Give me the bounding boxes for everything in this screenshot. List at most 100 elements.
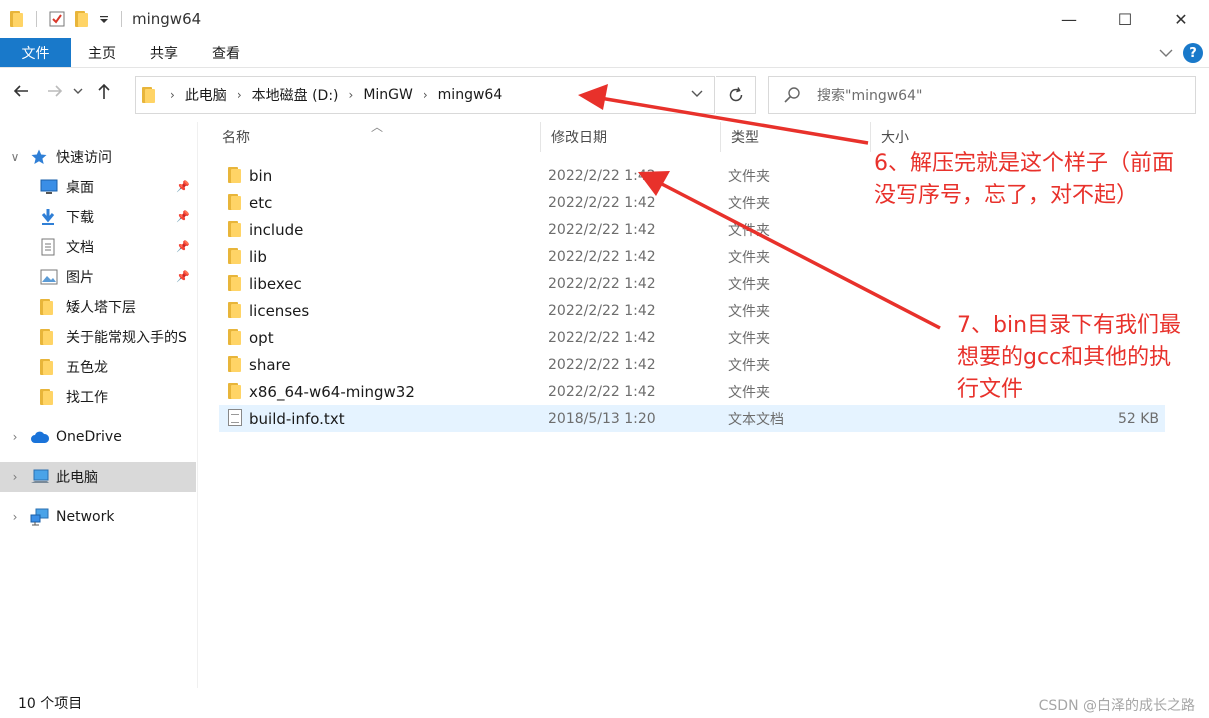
cloud-icon [30, 430, 52, 444]
sidebar-item-label: 五色龙 [66, 360, 108, 376]
file-name: licenses [249, 301, 310, 320]
sidebar-item-documents[interactable]: 文档 📌 [0, 232, 196, 262]
navigation-buttons [12, 82, 112, 100]
file-date: 2022/2/22 1:42 [548, 194, 656, 211]
close-button[interactable]: ✕ [1153, 0, 1209, 38]
toolbar-separator [36, 11, 37, 27]
search-icon [784, 87, 800, 103]
folder-icon [10, 11, 24, 27]
recent-locations-icon[interactable] [72, 86, 84, 96]
minimize-button[interactable]: — [1041, 0, 1097, 38]
sidebar-item-label: 关于能常规入手的S [66, 330, 187, 346]
sidebar-item-desktop[interactable]: 桌面 📌 [0, 172, 196, 202]
file-date: 2022/2/22 1:42 [548, 167, 656, 184]
sidebar-item-this-pc[interactable]: › 此电脑 [0, 462, 196, 492]
properties-icon[interactable] [49, 11, 65, 27]
sidebar-item-label: 图片 [66, 270, 94, 286]
folder-icon [40, 359, 54, 375]
expand-icon[interactable]: › [0, 510, 30, 524]
customize-toolbar-icon[interactable] [99, 14, 109, 24]
file-name: share [249, 355, 291, 374]
address-bar[interactable]: › 此电脑 › 本地磁盘 (D:) › MinGW › mingw64 [135, 76, 715, 114]
refresh-icon [729, 87, 742, 102]
window-title: mingw64 [132, 10, 202, 28]
sidebar-item-onedrive[interactable]: › OneDrive [0, 422, 196, 452]
tab-file[interactable]: 文件 [0, 38, 71, 67]
up-icon[interactable] [96, 82, 112, 100]
file-type: 文件夹 [728, 384, 770, 401]
search-input[interactable]: 搜索"mingw64" [768, 76, 1196, 114]
file-type: 文件夹 [728, 168, 770, 185]
file-name: x86_64-w64-mingw32 [249, 382, 415, 401]
file-row-include[interactable]: include 2022/2/22 1:42 文件夹 [219, 216, 1165, 243]
file-date: 2022/2/22 1:42 [548, 356, 656, 373]
file-date: 2022/2/22 1:42 [548, 275, 656, 292]
tab-home[interactable]: 主页 [71, 38, 133, 67]
file-name: libexec [249, 274, 302, 293]
folder-icon [40, 389, 54, 405]
breadcrumb-this-pc[interactable]: 此电脑 [185, 85, 227, 105]
sidebar-item-folder-1[interactable]: 矮人塔下层 [0, 292, 196, 322]
window-controls: — ☐ ✕ [1041, 0, 1209, 38]
sidebar-item-folder-3[interactable]: 五色龙 [0, 352, 196, 382]
file-type: 文件夹 [728, 330, 770, 347]
sidebar-item-label: 此电脑 [56, 470, 98, 486]
download-icon [40, 208, 62, 226]
breadcrumb-mingw64[interactable]: mingw64 [438, 87, 503, 103]
address-dropdown-icon[interactable] [690, 86, 704, 100]
annotation-7: 7、bin目录下有我们最 想要的gcc和其他的执 行文件 [957, 310, 1181, 406]
desktop-icon [40, 179, 62, 195]
item-count: 10 个项目 [18, 696, 83, 712]
new-folder-icon[interactable] [75, 11, 89, 27]
forward-icon[interactable] [46, 82, 64, 100]
file-type: 文件夹 [728, 222, 770, 239]
file-name: opt [249, 328, 274, 347]
column-header-type[interactable]: 类型 [721, 122, 871, 152]
chevron-right-icon: › [348, 88, 354, 102]
search-placeholder: 搜索"mingw64" [817, 88, 923, 104]
breadcrumb-drive-d[interactable]: 本地磁盘 (D:) [252, 85, 339, 105]
computer-icon [30, 469, 52, 485]
navigation-pane: ∨ 快速访问 桌面 📌 下载 📌 文档 📌 图片 📌 矮人塔下层 关于能常规入手… [0, 122, 198, 688]
expand-ribbon-icon[interactable] [1159, 48, 1173, 58]
file-type: 文件夹 [728, 249, 770, 266]
collapse-icon[interactable]: ∨ [0, 150, 30, 164]
folder-icon [228, 383, 242, 399]
file-type: 文件夹 [728, 195, 770, 212]
sidebar-item-pictures[interactable]: 图片 📌 [0, 262, 196, 292]
folder-icon [40, 329, 54, 345]
folder-icon [228, 302, 242, 318]
text-file-icon [228, 409, 242, 426]
refresh-button[interactable] [716, 76, 756, 114]
ribbon-right-controls: ? [1159, 43, 1203, 63]
column-header-date[interactable]: 修改日期 [541, 122, 721, 152]
folder-icon [142, 87, 156, 103]
folder-icon [228, 221, 242, 237]
folder-icon [228, 356, 242, 372]
sidebar-item-label: 快速访问 [56, 150, 112, 166]
chevron-right-icon: › [422, 88, 428, 102]
file-name: bin [249, 166, 273, 185]
tab-share[interactable]: 共享 [133, 38, 195, 67]
file-row-build-info[interactable]: build-info.txt 2018/5/13 1:20 文本文档 52 KB [219, 405, 1165, 432]
breadcrumb-mingw[interactable]: MinGW [363, 87, 413, 103]
help-icon[interactable]: ? [1183, 43, 1203, 63]
pin-icon: 📌 [176, 240, 190, 253]
document-icon [40, 238, 62, 256]
file-type: 文件夹 [728, 303, 770, 320]
sidebar-item-network[interactable]: › Network [0, 502, 196, 532]
column-header-name[interactable]: 名称 [212, 122, 541, 152]
sidebar-item-folder-4[interactable]: 找工作 [0, 382, 196, 412]
sidebar-item-folder-2[interactable]: 关于能常规入手的S [0, 322, 196, 352]
maximize-button[interactable]: ☐ [1097, 0, 1153, 38]
expand-icon[interactable]: › [0, 430, 30, 444]
tab-view[interactable]: 查看 [195, 38, 257, 67]
file-row-lib[interactable]: lib 2022/2/22 1:42 文件夹 [219, 243, 1165, 270]
sidebar-item-downloads[interactable]: 下载 📌 [0, 202, 196, 232]
pin-icon: 📌 [176, 210, 190, 223]
annotation-7-line-1: 7、bin目录下有我们最 [957, 313, 1182, 338]
expand-icon[interactable]: › [0, 470, 30, 484]
sidebar-item-quick-access[interactable]: ∨ 快速访问 [0, 142, 196, 172]
back-icon[interactable] [12, 82, 30, 100]
file-row-libexec[interactable]: libexec 2022/2/22 1:42 文件夹 [219, 270, 1165, 297]
